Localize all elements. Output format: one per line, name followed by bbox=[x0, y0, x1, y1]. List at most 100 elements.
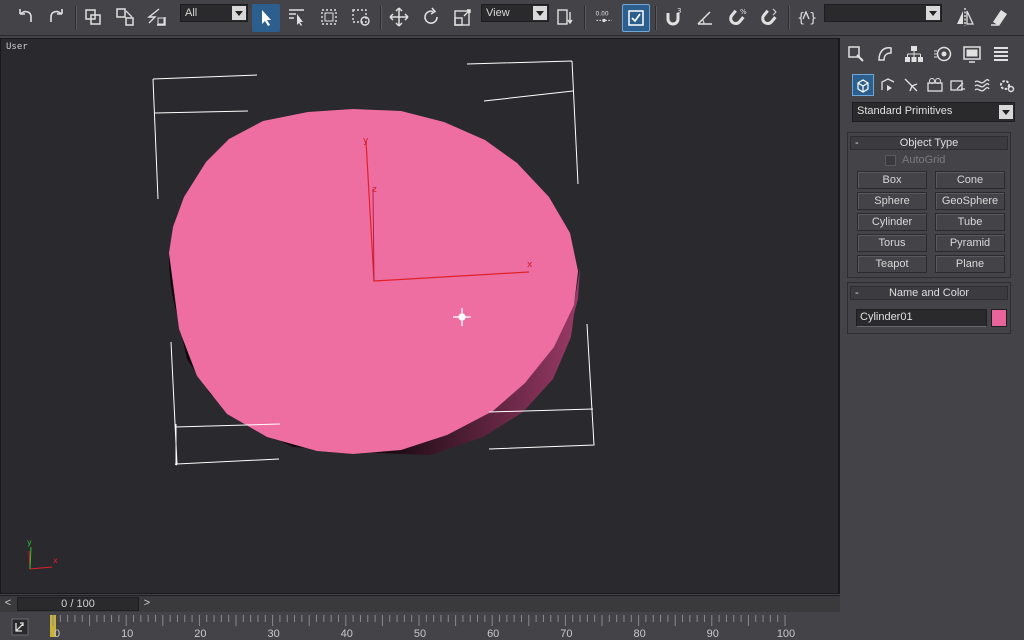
ruler-label: 20 bbox=[194, 628, 206, 640]
box-button[interactable]: Box bbox=[857, 171, 927, 189]
geometry-category-icon[interactable] bbox=[852, 74, 874, 96]
object-type-title: Object Type bbox=[899, 137, 959, 149]
ruler-label: 30 bbox=[267, 628, 279, 640]
snap-spinner-icon[interactable]: 0.00 bbox=[590, 4, 618, 30]
snap-spinner-value: 0.00 bbox=[596, 11, 609, 17]
bind-to-space-warp-icon[interactable] bbox=[144, 4, 170, 30]
ruler-label: 40 bbox=[341, 628, 353, 640]
object-type-header[interactable]: - Object Type bbox=[850, 136, 1008, 150]
main-toolbar: All View 0.00 3 % {} bbox=[0, 0, 1024, 36]
world-axis-tripod: y x bbox=[27, 538, 58, 570]
edit-named-selection-icon[interactable]: {} bbox=[793, 4, 819, 30]
perspective-viewport[interactable]: User y z x y x bbox=[0, 38, 840, 594]
chevron-down-icon bbox=[232, 6, 246, 20]
world-axis-y-label: y bbox=[27, 538, 32, 547]
select-and-link-icon[interactable] bbox=[80, 4, 106, 30]
collapse-icon[interactable]: - bbox=[855, 287, 859, 299]
redo-icon[interactable] bbox=[44, 4, 70, 30]
reference-coordinate-value: View bbox=[486, 7, 510, 19]
frame-ruler[interactable]: 0 10 20 30 40 50 60 70 80 90 100 bbox=[48, 613, 840, 640]
named-selection-dropdown[interactable] bbox=[824, 4, 942, 22]
mini-curve-editor-icon[interactable] bbox=[10, 618, 30, 636]
angle-snap-icon[interactable] bbox=[692, 4, 718, 30]
category-dropdown[interactable]: Standard Primitives bbox=[852, 102, 1015, 122]
track-bar[interactable]: 0 10 20 30 40 50 60 70 80 90 100 bbox=[0, 613, 840, 640]
time-next-arrow[interactable]: > bbox=[140, 597, 154, 611]
category-value: Standard Primitives bbox=[857, 105, 953, 117]
move-icon[interactable] bbox=[386, 4, 412, 30]
world-axis-x-label: x bbox=[53, 556, 58, 565]
undo-icon[interactable] bbox=[12, 4, 38, 30]
create-tab-icon[interactable] bbox=[844, 42, 868, 66]
pivot-center-icon[interactable] bbox=[553, 4, 579, 30]
geosphere-button[interactable]: GeoSphere bbox=[935, 192, 1005, 210]
window-crossing-icon[interactable] bbox=[348, 4, 374, 30]
scale-icon[interactable] bbox=[450, 4, 476, 30]
utilities-tab-icon[interactable] bbox=[989, 42, 1013, 66]
autogrid-check-box[interactable] bbox=[885, 154, 896, 166]
ruler-label: 0 bbox=[54, 628, 60, 640]
unlink-selection-icon[interactable] bbox=[112, 4, 138, 30]
cylinder-button[interactable]: Cylinder bbox=[857, 213, 927, 231]
object-color-swatch[interactable] bbox=[991, 309, 1007, 327]
lights-category-icon[interactable] bbox=[900, 74, 922, 96]
torus-button[interactable]: Torus bbox=[857, 234, 927, 252]
spinner-snap-icon[interactable] bbox=[756, 4, 782, 30]
select-object-button[interactable] bbox=[252, 4, 280, 32]
ruler-label: 60 bbox=[487, 628, 499, 640]
magnet-snap-3d-icon[interactable]: 3 bbox=[660, 4, 686, 30]
svg-text:{: { bbox=[797, 11, 805, 26]
display-tab-icon[interactable] bbox=[960, 42, 984, 66]
name-and-color-title: Name and Color bbox=[888, 287, 970, 299]
ruler-label: 50 bbox=[414, 628, 426, 640]
pyramid-button[interactable]: Pyramid bbox=[935, 234, 1005, 252]
object-name-input[interactable]: Cylinder01 bbox=[856, 309, 987, 327]
cone-button[interactable]: Cone bbox=[935, 171, 1005, 189]
time-slider-thumb[interactable]: 0 / 100 bbox=[17, 597, 139, 611]
autogrid-label: AutoGrid bbox=[902, 154, 946, 166]
rotate-icon[interactable] bbox=[418, 4, 444, 30]
space-warps-category-icon[interactable] bbox=[971, 74, 993, 96]
align-icon[interactable] bbox=[986, 4, 1012, 30]
cameras-category-icon[interactable] bbox=[924, 74, 946, 96]
axis-z-label: z bbox=[372, 185, 377, 195]
time-slider[interactable]: < 0 / 100 > bbox=[0, 595, 840, 612]
teapot-button[interactable]: Teapot bbox=[857, 255, 927, 273]
snaps-toggle-button[interactable] bbox=[622, 4, 650, 32]
axis-x-label: x bbox=[527, 260, 533, 270]
mirror-icon[interactable] bbox=[952, 4, 978, 30]
rectangular-selection-icon[interactable] bbox=[316, 4, 342, 30]
select-by-name-icon[interactable] bbox=[284, 4, 310, 30]
name-and-color-header[interactable]: - Name and Color bbox=[850, 286, 1008, 300]
chevron-down-icon bbox=[533, 6, 547, 20]
selection-filter-dropdown[interactable]: All bbox=[180, 4, 248, 22]
systems-category-icon[interactable] bbox=[995, 74, 1017, 96]
plane-button[interactable]: Plane bbox=[935, 255, 1005, 273]
create-category-buttons bbox=[842, 72, 1024, 98]
motion-tab-icon[interactable] bbox=[931, 42, 955, 66]
svg-text:%: % bbox=[740, 8, 747, 16]
ruler-label: 90 bbox=[707, 628, 719, 640]
time-prev-arrow[interactable]: < bbox=[1, 597, 15, 611]
helpers-category-icon[interactable] bbox=[947, 74, 969, 96]
ruler-label: 80 bbox=[633, 628, 645, 640]
axis-y-label: y bbox=[363, 136, 369, 146]
sphere-button[interactable]: Sphere bbox=[857, 192, 927, 210]
shapes-category-icon[interactable] bbox=[877, 74, 899, 96]
reference-coordinate-dropdown[interactable]: View bbox=[481, 4, 549, 22]
command-panel: Standard Primitives - Object Type AutoGr… bbox=[842, 38, 1024, 640]
object-type-rollout: - Object Type AutoGrid Box Cone Sphere G… bbox=[847, 132, 1011, 278]
command-panel-tabs bbox=[842, 40, 1024, 68]
snap-3d-label: 3 bbox=[677, 7, 681, 15]
modify-tab-icon[interactable] bbox=[873, 42, 897, 66]
collapse-icon[interactable]: - bbox=[855, 137, 859, 149]
svg-text:}: } bbox=[809, 11, 817, 26]
tube-button[interactable]: Tube bbox=[935, 213, 1005, 231]
name-and-color-rollout: - Name and Color Cylinder01 bbox=[847, 282, 1011, 334]
selection-filter-value: All bbox=[185, 7, 198, 19]
percent-snap-icon[interactable]: % bbox=[724, 4, 750, 30]
ruler-label: 70 bbox=[560, 628, 572, 640]
ruler-label: 100 bbox=[777, 628, 795, 640]
autogrid-checkbox[interactable]: AutoGrid bbox=[885, 153, 945, 167]
hierarchy-tab-icon[interactable] bbox=[902, 42, 926, 66]
